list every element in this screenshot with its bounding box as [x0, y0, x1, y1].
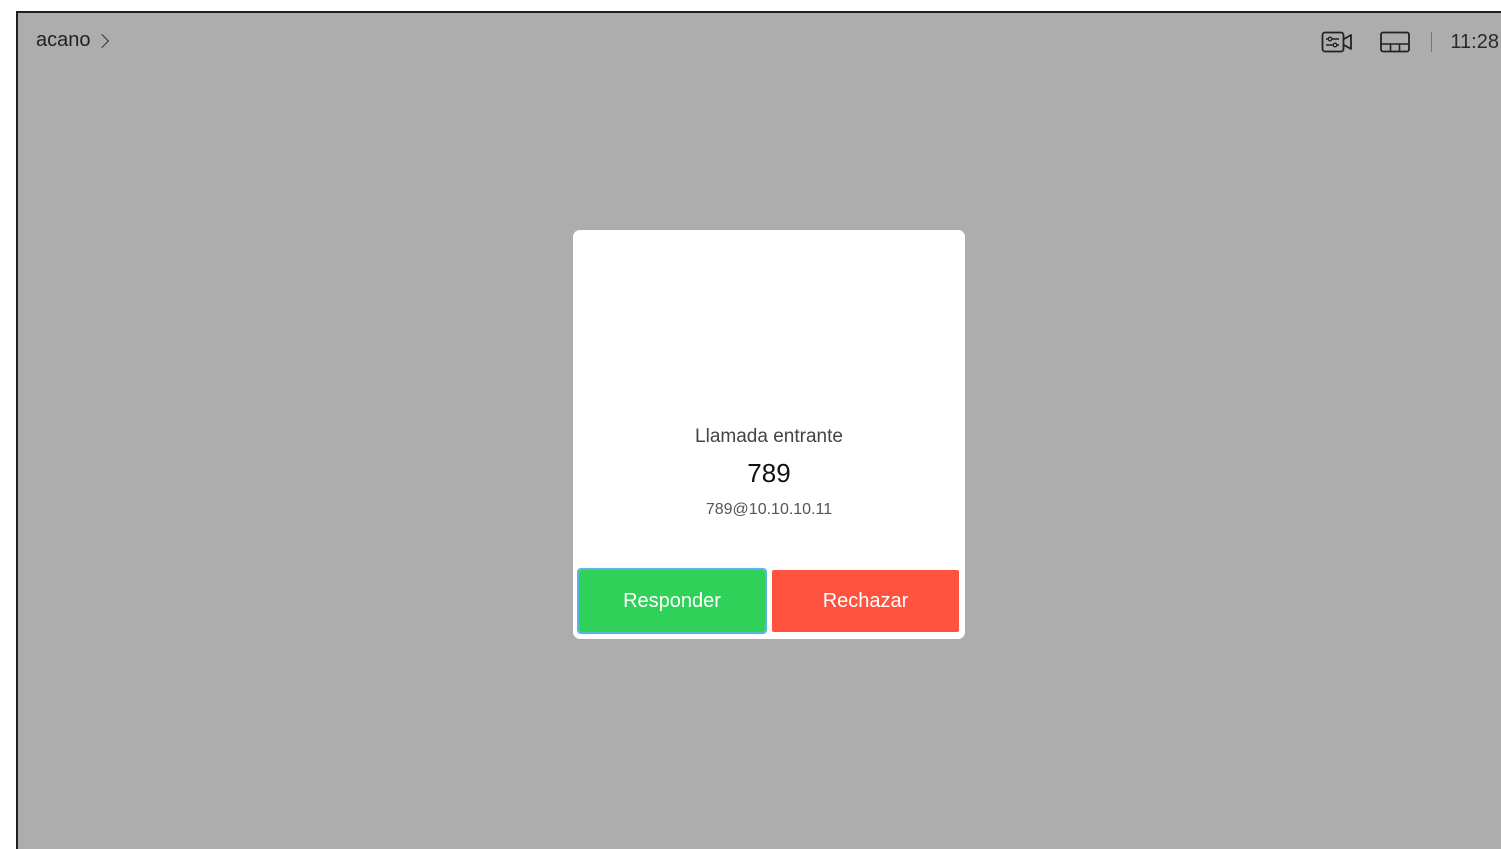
caller-address: 789@10.10.10.11	[705, 501, 833, 518]
incoming-call-caption: Llamada entrante	[695, 426, 843, 447]
decline-button[interactable]: Rechazar	[772, 570, 959, 632]
status-divider	[1431, 32, 1433, 52]
answer-button[interactable]: Responder	[577, 568, 767, 634]
camera-controls-button[interactable]	[1321, 27, 1353, 57]
camera-controls-icon	[1322, 31, 1353, 53]
call-screen: acano 11:28 Llamada entrante 789 789@10.…	[16, 11, 1501, 849]
layout-icon	[1380, 31, 1411, 53]
chevron-right-icon	[94, 33, 109, 49]
status-bar: 11:28	[1321, 27, 1501, 57]
clock: 11:28	[1450, 30, 1499, 53]
meeting-title: acano	[36, 29, 91, 51]
incoming-call-dialog: Llamada entrante 789 789@10.10.10.11 Res…	[573, 230, 965, 639]
layout-button[interactable]	[1379, 27, 1411, 57]
caller-number: 789	[747, 458, 791, 488]
meeting-title-button[interactable]: acano	[36, 29, 109, 52]
